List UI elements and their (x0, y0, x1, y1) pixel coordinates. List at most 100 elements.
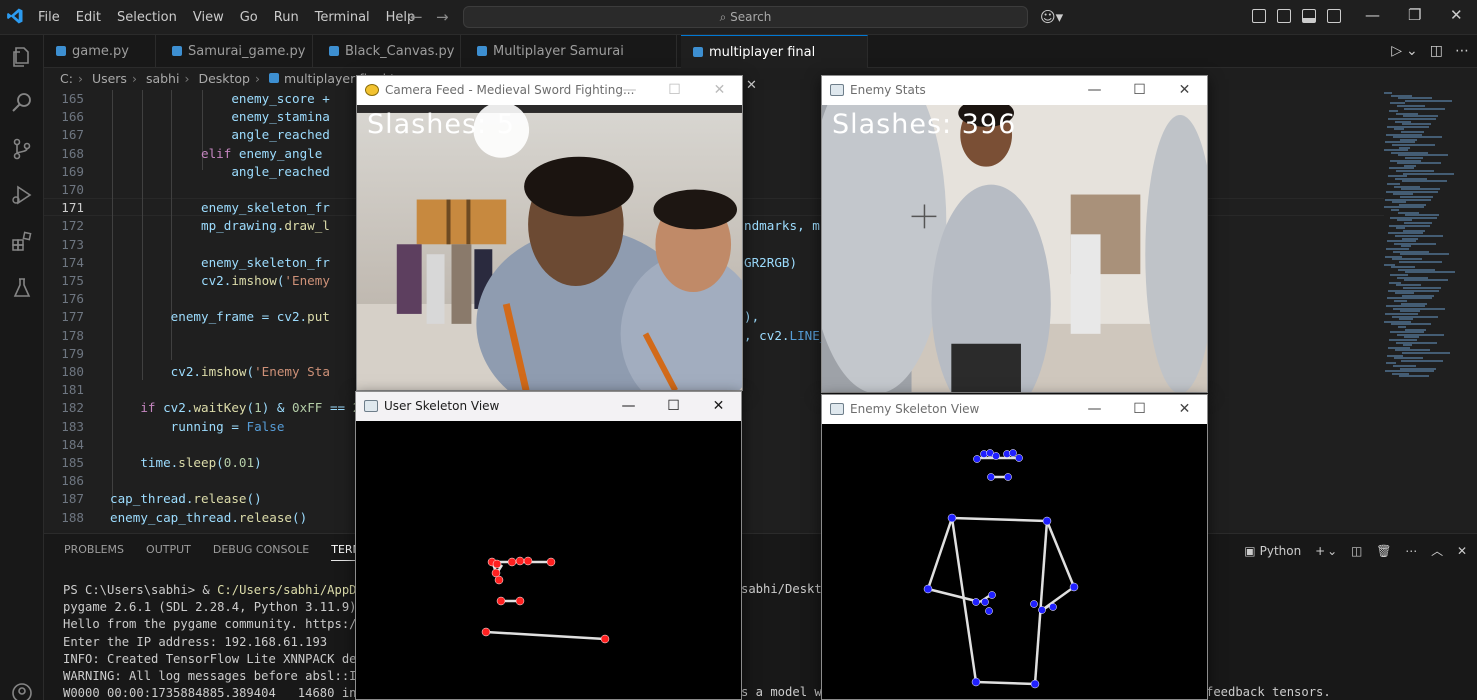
pygame-snake-icon (365, 84, 379, 96)
minimize-icon[interactable]: — (1072, 76, 1117, 105)
code-fragment: ndmarks, mp (744, 218, 828, 234)
user-joint (494, 575, 504, 585)
breadcrumb-item[interactable]: C: (60, 71, 73, 86)
camera-frame: Slashes: 5 (357, 105, 742, 390)
toggle-secondary-sidebar-icon[interactable] (1327, 9, 1341, 23)
enemy-joint (1069, 582, 1079, 592)
tab-label: game.py (72, 44, 129, 59)
close-icon[interactable]: ✕ (696, 392, 741, 421)
new-terminal-icon[interactable]: + (1315, 544, 1325, 558)
enemy-joint (1004, 473, 1012, 481)
line-number: 180 (61, 364, 84, 379)
restore-icon[interactable]: ❐ (1408, 6, 1421, 24)
search-icon: ⌕ (719, 10, 731, 24)
enemy-joint (1042, 516, 1052, 526)
window-title-bar[interactable]: Camera Feed - Medieval Sword Fighting...… (357, 76, 742, 105)
more-actions-icon[interactable]: ⋯ (1455, 43, 1469, 59)
maximize-icon[interactable]: ☐ (1117, 76, 1162, 105)
close-icon[interactable]: ✕ (1162, 395, 1207, 424)
explorer-icon[interactable] (10, 45, 34, 69)
terminal-shell-label[interactable]: Python (1260, 544, 1302, 558)
camera-image (357, 105, 742, 390)
minimize-icon[interactable]: — (1365, 6, 1380, 24)
menu-terminal[interactable]: Terminal (307, 0, 378, 35)
close-panel-icon[interactable]: ✕ (1457, 544, 1467, 558)
menu-go[interactable]: Go (232, 0, 266, 35)
minimap[interactable] (1380, 90, 1477, 530)
enemy-stats-window[interactable]: Enemy Stats — ☐ ✕ Slashes: 396 (821, 75, 1208, 393)
chevron-down-icon[interactable]: ⌄ (1406, 43, 1418, 59)
line-number: 182 (61, 400, 84, 416)
terminal-line: pygame 2.6.1 (SDL 2.28.4, Python 3.11.9) (63, 600, 357, 615)
tab-debug-console[interactable]: DEBUG CONSOLE (213, 543, 309, 561)
testing-flask-icon[interactable] (10, 276, 34, 300)
line-number: 176 (61, 291, 84, 307)
tab-problems[interactable]: PROBLEMS (64, 543, 124, 561)
breadcrumb-item[interactable]: sabhi (146, 71, 180, 86)
tab-black-canvas-py[interactable]: Black_Canvas.py (317, 35, 461, 68)
extensions-icon[interactable] (10, 230, 34, 254)
tab-multiplayer-samurai-code-py[interactable]: Multiplayer Samurai code.py (465, 35, 677, 92)
terminal-line: Enter the IP address: 192.168.61.193 (63, 634, 328, 649)
menu-run[interactable]: Run (266, 0, 307, 35)
enemy-skeleton-window[interactable]: Enemy Skeleton View — ☐ ✕ (821, 394, 1208, 700)
copilot-icon[interactable]: ☺▾ (1040, 8, 1063, 26)
chevron-down-icon[interactable]: ⌄ (1327, 544, 1337, 558)
code-line: running = False (110, 418, 285, 434)
split-terminal-icon[interactable]: ◫ (1351, 544, 1362, 558)
close-icon[interactable]: ✕ (1450, 6, 1463, 24)
back-arrow-icon[interactable]: ← (410, 8, 423, 26)
tab-multiplayer-final-test-py[interactable]: multiplayer final test.py✕ (681, 35, 868, 93)
minimize-icon[interactable]: — (1072, 395, 1117, 424)
camera-feed-window[interactable]: Camera Feed - Medieval Sword Fighting...… (356, 75, 743, 391)
breadcrumb: C: › Users › sabhi › Desktop › multiplayer f… (44, 68, 407, 90)
close-icon[interactable]: ✕ (697, 76, 742, 105)
terminal-shell-icon: ▣ (1244, 544, 1256, 558)
toggle-primary-sidebar-icon[interactable] (1277, 9, 1291, 23)
tab-samurai-game-py[interactable]: Samurai_game.py (160, 35, 313, 68)
user-joint (507, 557, 517, 567)
menu-file[interactable]: File (30, 0, 68, 35)
breadcrumb-item[interactable]: Desktop (198, 71, 250, 86)
menu-view[interactable]: View (185, 0, 232, 35)
window-title-bar[interactable]: Enemy Skeleton View — ☐ ✕ (822, 395, 1207, 424)
toggle-panel-icon[interactable] (1302, 9, 1316, 23)
more-actions-icon[interactable]: ⋯ (1405, 544, 1417, 558)
maximize-icon[interactable]: ☐ (652, 76, 697, 105)
enemy-joint (947, 513, 957, 523)
run-debug-icon[interactable] (10, 183, 34, 207)
window-title: User Skeleton View (384, 399, 500, 413)
tab-output[interactable]: OUTPUT (146, 543, 191, 561)
split-editor-icon[interactable]: ◫ (1430, 43, 1443, 59)
minimize-icon[interactable]: — (606, 392, 651, 421)
accounts-icon[interactable] (10, 681, 34, 700)
window-title-bar[interactable]: User Skeleton View — ☐ ✕ (356, 392, 741, 421)
maximize-icon[interactable]: ☐ (1117, 395, 1162, 424)
forward-arrow-icon[interactable]: → (436, 8, 449, 26)
code-editor[interactable]: 165 enemy_score + 166 enemy_stamina 167 an… (44, 90, 1477, 530)
title-bar: File Edit Selection View Go Run Terminal… (0, 0, 1477, 35)
run-python-file-icon[interactable]: ▷ (1391, 43, 1402, 59)
minimize-icon[interactable]: — (607, 76, 652, 105)
source-control-icon[interactable] (10, 137, 34, 161)
terminal-line: PS C:\Users\sabhi> & C:/Users/sabhi/AppD… (63, 583, 372, 597)
menu-edit[interactable]: Edit (68, 0, 109, 35)
menu-selection[interactable]: Selection (109, 0, 185, 35)
command-center-search[interactable]: ⌕ Search (463, 6, 1028, 28)
user-skeleton-window[interactable]: User Skeleton View — ☐ ✕ (355, 391, 742, 700)
minimap-line (1402, 180, 1447, 183)
tab-game-py[interactable]: game.py (44, 35, 156, 68)
trash-icon[interactable]: 🗑 (1376, 544, 1391, 558)
search-view-icon[interactable] (10, 90, 34, 114)
code-line: if cv2.waitKey(1) & 0xFF == 2 (140, 400, 360, 416)
window-title: Camera Feed - Medieval Sword Fighting... (385, 83, 635, 97)
close-icon[interactable]: ✕ (1162, 76, 1207, 105)
maximize-icon[interactable]: ☐ (651, 392, 696, 421)
window-title-bar[interactable]: Enemy Stats — ☐ ✕ (822, 76, 1207, 105)
breadcrumb-item[interactable]: Users (92, 71, 127, 86)
terminal-output[interactable]: PS C:\Users\sabhi> & C:/Users/sabhi/AppD… (63, 582, 371, 700)
minimap-line (1405, 99, 1452, 102)
line-number: 187 (61, 491, 84, 507)
customize-layout-icon[interactable] (1252, 9, 1266, 23)
maximize-panel-icon[interactable]: ︿ (1431, 544, 1443, 558)
